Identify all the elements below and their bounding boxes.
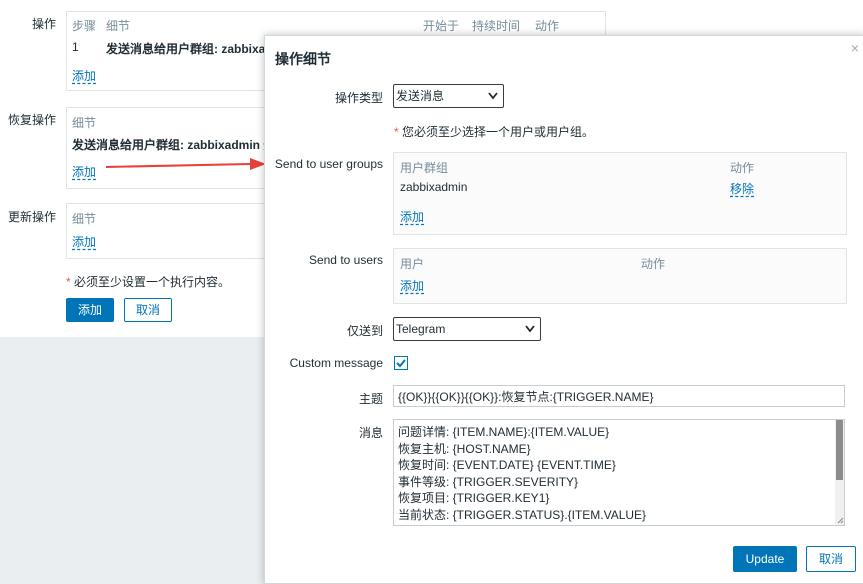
recovery-add-link[interactable]: 添加 [72,163,96,180]
message-label: 消息 [358,426,383,440]
close-icon[interactable]: × [851,40,859,56]
col-action: 动作 [535,19,560,33]
add-user-group-link[interactable]: 添加 [400,208,424,225]
send-to-user-groups-label: Send to user groups [274,157,383,171]
add-user-link[interactable]: 添加 [400,277,424,294]
subject-label: 主题 [358,392,383,406]
chevron-down-icon [525,325,535,333]
col-start: 开始于 [423,19,460,33]
operations-label: 操作 [32,17,57,31]
col-details: 细节 [72,116,97,130]
col-duration: 持续时间 [472,19,521,33]
update-button[interactable]: Update [733,546,797,572]
operation-type-label: 操作类型 [334,91,383,105]
col-details: 细节 [106,19,131,33]
remove-user-group-link[interactable]: 移除 [730,180,754,197]
col-action: 动作 [641,257,666,271]
users-table: 用户 动作 添加 [393,248,847,304]
send-only-to-label: 仅送到 [346,324,383,338]
required-asterisk: * [66,275,75,289]
update-operations-table: 细节 添加 [66,203,266,259]
operation-details-dialog: 操作细节 × 操作类型 发送消息 * 您必须至少选择一个用户或用户组。 Send… [264,35,863,584]
operation-step: 1 [72,40,79,54]
update-operations-label: 更新操作 [8,210,57,224]
message-textarea[interactable]: 问题详情: {ITEM.NAME}:{ITEM.VALUE} 恢复主机: {HO… [393,419,845,526]
operations-required-note: * 必须至少设置一个执行内容。 [66,275,231,289]
cancel-button[interactable]: 取消 [124,298,172,322]
subject-input[interactable] [393,385,845,407]
custom-message-checkbox[interactable] [394,356,408,370]
chevron-down-icon [488,92,498,100]
col-user-group: 用户群组 [400,161,449,175]
col-action: 动作 [730,161,755,175]
scrollbar-thumb[interactable] [836,420,843,480]
user-group-name: zabbixadmin [400,180,468,194]
dialog-title: 操作细节 [275,51,331,67]
checkmark-icon [396,359,406,368]
annotation-arrow-icon [105,158,266,170]
cancel-button[interactable]: 取消 [806,546,856,572]
operation-detail: 发送消息给用户群组: zabbixa [106,42,266,56]
recipient-required-note: * 您必须至少选择一个用户或用户组。 [394,125,595,139]
send-to-users-label: Send to users [308,253,383,267]
update-add-link[interactable]: 添加 [72,233,96,250]
required-asterisk: * [394,125,403,139]
col-details: 细节 [72,212,97,226]
add-button[interactable]: 添加 [66,298,114,322]
resize-grip-icon[interactable] [837,517,844,524]
col-user: 用户 [400,257,425,271]
col-steps: 步骤 [72,19,97,33]
message-scrollbar[interactable] [835,420,844,525]
operations-add-link[interactable]: 添加 [72,67,96,84]
send-only-to-select[interactable]: Telegram [393,317,541,341]
recovery-operations-label: 恢复操作 [8,113,57,127]
user-groups-table: 用户群组 动作 zabbixadmin 移除 添加 [393,152,847,235]
custom-message-label: Custom message [289,356,383,370]
